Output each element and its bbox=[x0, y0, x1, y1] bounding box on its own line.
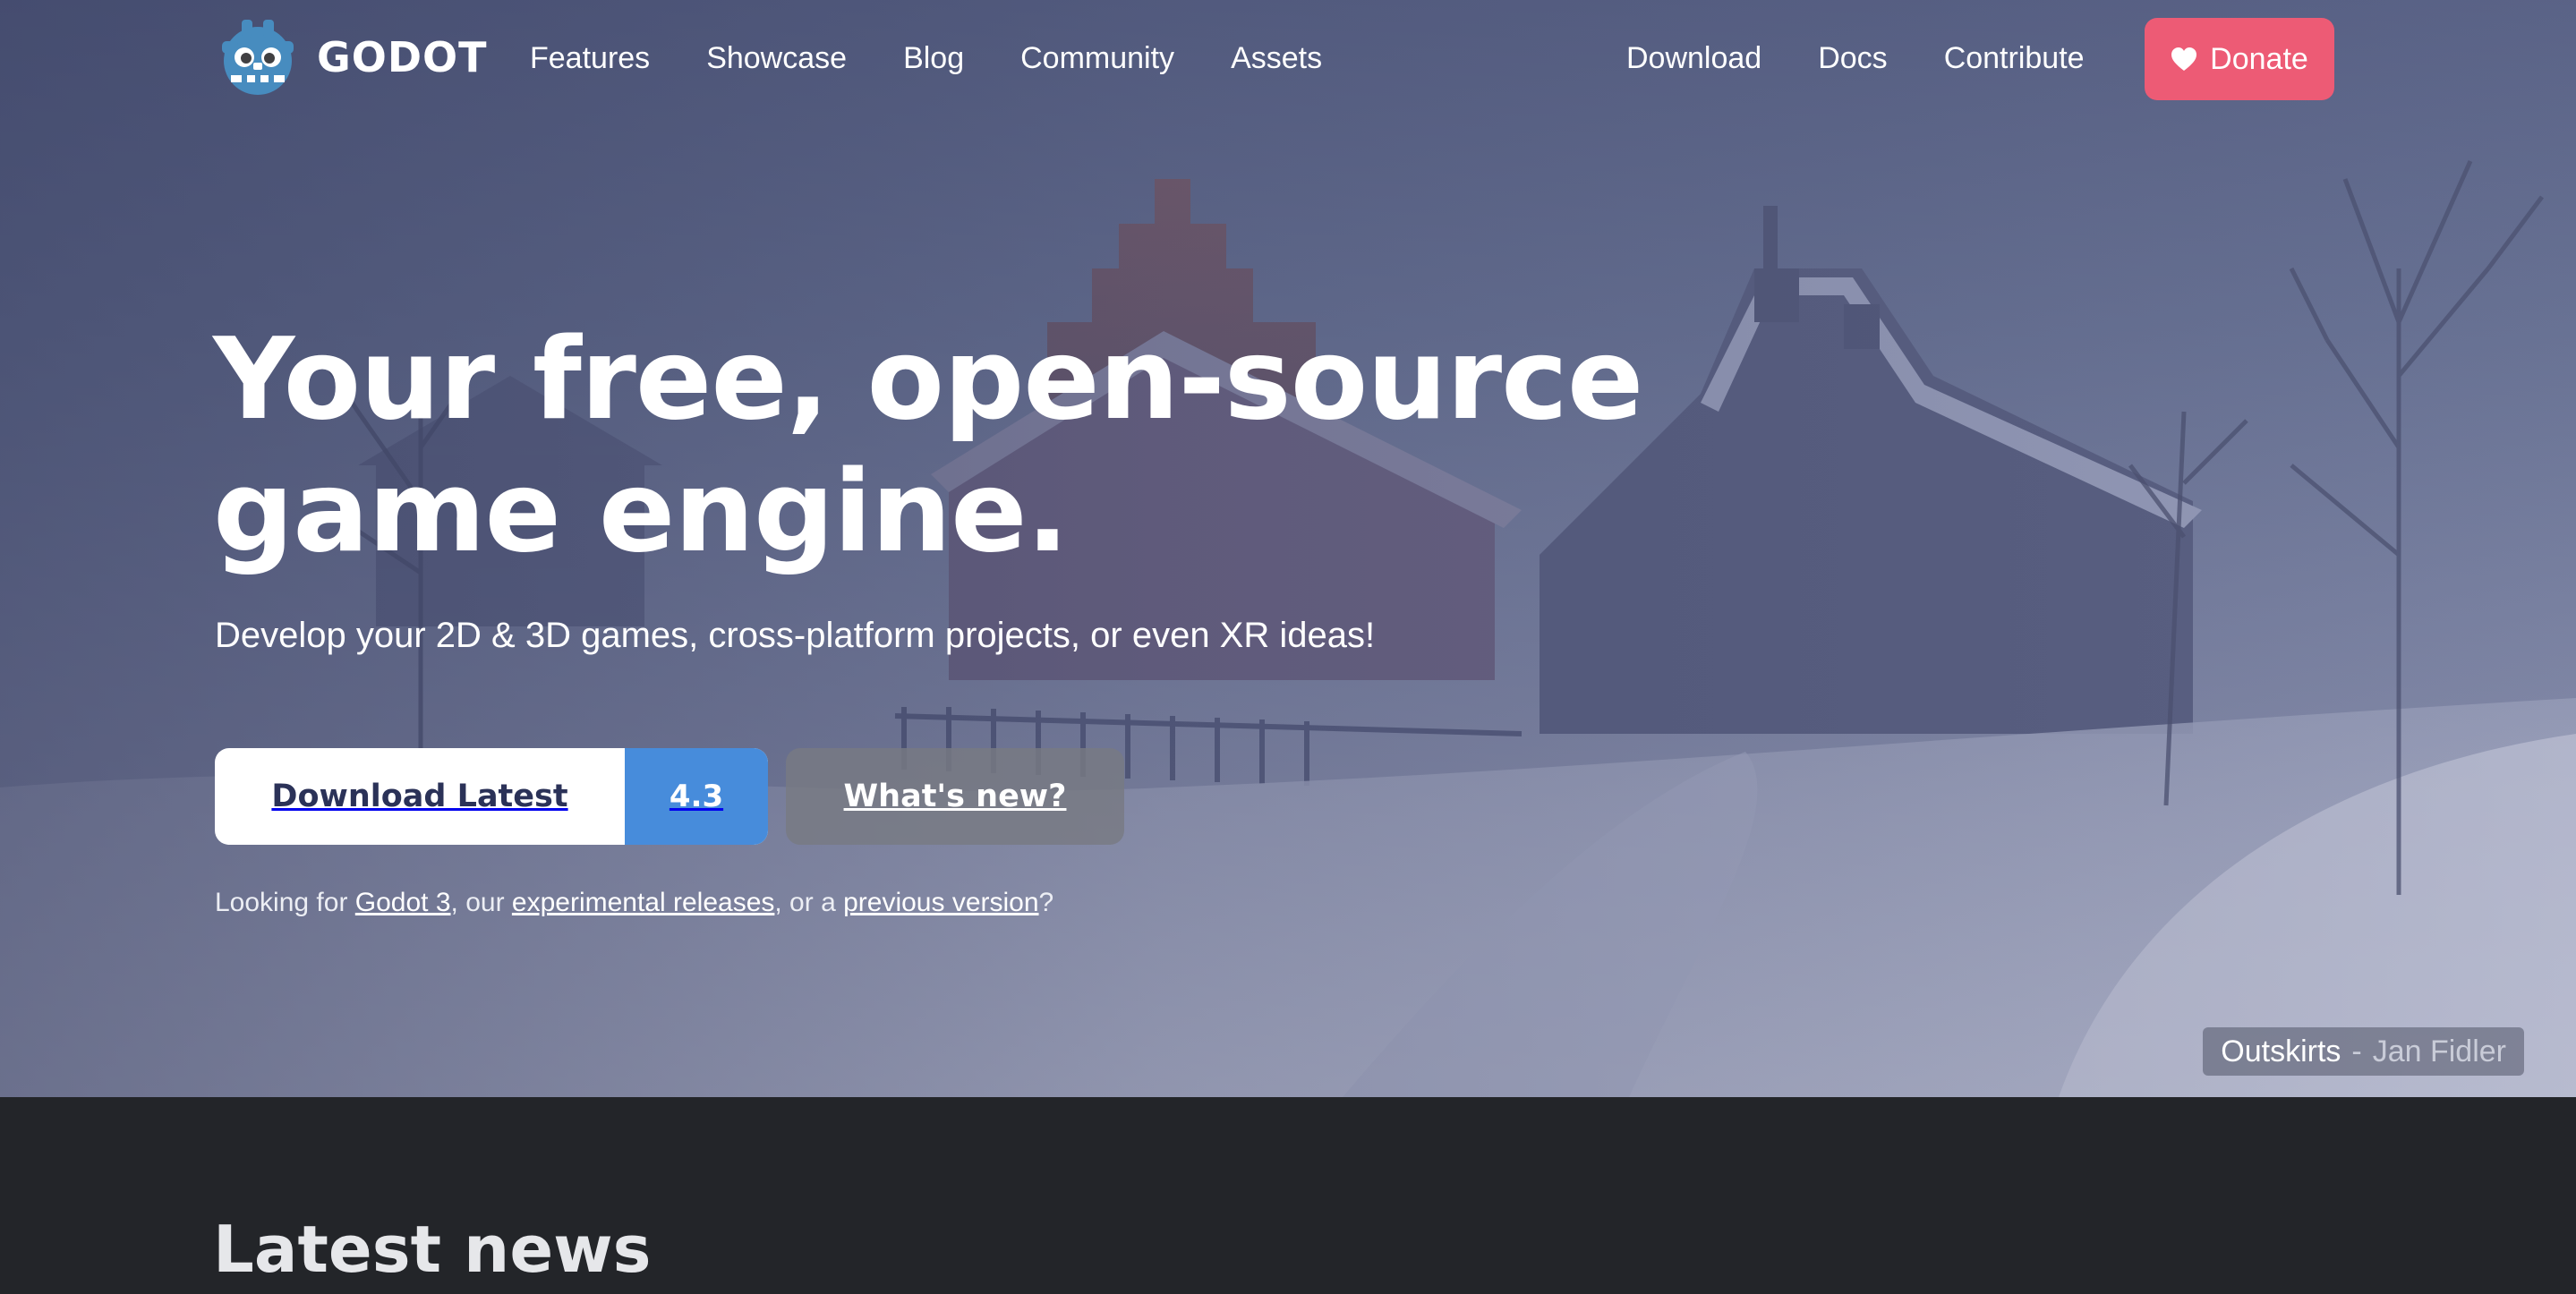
hero-section: GODOT Features Showcase Blog Community A… bbox=[0, 0, 2576, 1097]
hero-headline: Your free, open-source game engine. bbox=[213, 313, 1645, 578]
donate-button[interactable]: Donate bbox=[2145, 18, 2334, 100]
nav-assets[interactable]: Assets bbox=[1231, 38, 1322, 79]
previous-version-link[interactable]: previous version bbox=[843, 888, 1038, 917]
credit-separator: - bbox=[2351, 1034, 2362, 1068]
artwork-artist: Jan Fidler bbox=[2372, 1034, 2506, 1068]
download-latest-button[interactable]: Download Latest 4.3 bbox=[215, 748, 768, 845]
top-navigation: GODOT Features Showcase Blog Community A… bbox=[0, 0, 2576, 116]
godot-3-link[interactable]: Godot 3 bbox=[355, 888, 451, 917]
donate-label: Donate bbox=[2210, 42, 2308, 76]
whats-new-button[interactable]: What's new? bbox=[786, 748, 1124, 845]
looking-suffix: ? bbox=[1038, 888, 1054, 917]
hero-subheading: Develop your 2D & 3D games, cross-platfo… bbox=[215, 616, 1376, 655]
nav-community[interactable]: Community bbox=[1020, 38, 1174, 79]
nav-blog[interactable]: Blog bbox=[903, 38, 964, 79]
primary-nav: Features Showcase Blog Community Assets bbox=[530, 38, 1322, 79]
artwork-credit[interactable]: Outskirts - Jan Fidler bbox=[2203, 1027, 2524, 1076]
godot-logo-link[interactable]: GODOT bbox=[215, 14, 488, 100]
nav-showcase[interactable]: Showcase bbox=[706, 38, 847, 79]
headline-line-2: game engine. bbox=[213, 446, 1069, 577]
nav-docs[interactable]: Docs bbox=[1818, 38, 1887, 79]
nav-download[interactable]: Download bbox=[1626, 38, 1761, 79]
nav-features[interactable]: Features bbox=[530, 38, 650, 79]
looking-mid-1: , our bbox=[450, 888, 512, 917]
download-latest-label: Download Latest bbox=[271, 779, 568, 814]
headline-line-1: Your free, open-source bbox=[213, 313, 1643, 445]
heart-icon bbox=[2171, 47, 2197, 71]
godot-robot-icon bbox=[222, 20, 294, 95]
secondary-nav: Download Docs Contribute bbox=[1626, 38, 2085, 79]
experimental-releases-link[interactable]: experimental releases bbox=[512, 888, 774, 917]
alternative-versions-text: Looking for Godot 3, our experimental re… bbox=[215, 884, 1053, 922]
brand-name: GODOT bbox=[317, 33, 488, 81]
artwork-title: Outskirts bbox=[2221, 1034, 2341, 1068]
latest-news-heading: Latest news bbox=[213, 1212, 652, 1287]
version-badge: 4.3 bbox=[625, 748, 768, 845]
latest-news-section: Latest news bbox=[0, 1097, 2576, 1287]
looking-prefix: Looking for bbox=[215, 888, 355, 917]
looking-mid-2: , or a bbox=[774, 888, 844, 917]
nav-contribute[interactable]: Contribute bbox=[1944, 38, 2085, 79]
